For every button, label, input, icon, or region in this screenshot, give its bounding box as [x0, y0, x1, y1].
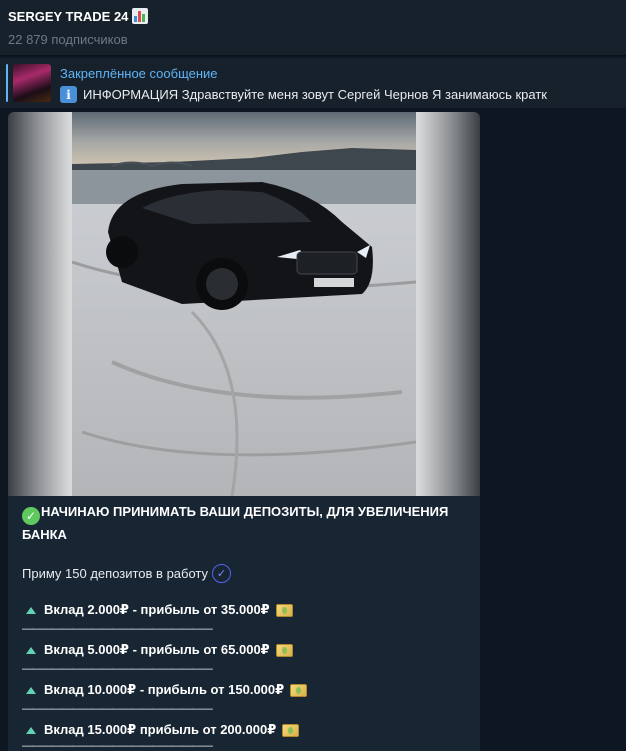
info-icon: i [60, 86, 77, 103]
up-triangle-icon [26, 606, 36, 614]
divider-line: ——————————————————— [22, 663, 213, 675]
subscriber-count: 22 879 подписчиков [8, 32, 128, 47]
divider-line: ——————————————————— [22, 740, 213, 751]
up-triangle-icon [26, 686, 36, 694]
car-photo-illustration [72, 112, 416, 496]
accept-line-text: Приму 150 депозитов в работу [22, 566, 209, 581]
money-icon [275, 603, 293, 617]
deposit-tier: Вклад 10.000₽ - прибыль от 150.000₽ [22, 682, 308, 698]
channel-header[interactable]: SERGEY TRADE 24 22 879 подписчиков [0, 0, 626, 56]
tier-text: Вклад 10.000₽ - прибыль от 150.000₽ [44, 682, 285, 697]
headline-text: НАЧИНАЮ ПРИНИМАТЬ ВАШИ ДЕПОЗИТЫ, ДЛЯ УВЕ… [22, 504, 449, 542]
deposit-tier: Вклад 2.000₽ - прибыль от 35.000₽ [22, 602, 293, 618]
pinned-label: Закреплённое сообщение [60, 66, 218, 81]
accept-line: Приму 150 депозитов в работу ✓ [22, 564, 232, 583]
divider-line: ——————————————————— [22, 623, 213, 635]
pinned-message-bar[interactable]: Закреплённое сообщение i ИНФОРМАЦИЯ Здра… [0, 58, 626, 108]
bar-chart-icon [132, 8, 149, 24]
money-icon [275, 643, 293, 657]
pinned-indicator [6, 64, 8, 102]
tier-text: Вклад 5.000₽ - прибыль от 65.000₽ [44, 642, 270, 657]
check-mark-icon: ✓ [22, 507, 40, 525]
channel-post: ✓ НАЧИНАЮ ПРИНИМАТЬ ВАШИ ДЕПОЗИТЫ, ДЛЯ УВ… [8, 112, 480, 751]
money-icon [282, 723, 300, 737]
tier-text: Вклад 15.000₽ прибыль от 200.000₽ [44, 722, 277, 737]
post-photo[interactable] [8, 112, 480, 496]
tier-text: Вклад 2.000₽ - прибыль от 35.000₽ [44, 602, 270, 617]
verified-check-icon: ✓ [212, 564, 232, 583]
up-triangle-icon [26, 726, 36, 734]
money-icon [290, 683, 308, 697]
pinned-preview-text: ИНФОРМАЦИЯ Здравствуйте меня зовут Серге… [83, 87, 547, 102]
pinned-thumbnail [13, 64, 51, 102]
deposit-tier: Вклад 5.000₽ - прибыль от 65.000₽ [22, 642, 293, 658]
deposit-tier: Вклад 15.000₽ прибыль от 200.000₽ [22, 722, 300, 738]
divider-line: ——————————————————— [22, 703, 213, 715]
up-triangle-icon [26, 646, 36, 654]
post-headline: ✓ НАЧИНАЮ ПРИНИМАТЬ ВАШИ ДЕПОЗИТЫ, ДЛЯ УВ… [22, 502, 472, 545]
channel-title[interactable]: SERGEY TRADE 24 [8, 8, 149, 24]
pinned-preview: i ИНФОРМАЦИЯ Здравствуйте меня зовут Сер… [60, 86, 626, 103]
channel-name: SERGEY TRADE 24 [8, 8, 129, 24]
